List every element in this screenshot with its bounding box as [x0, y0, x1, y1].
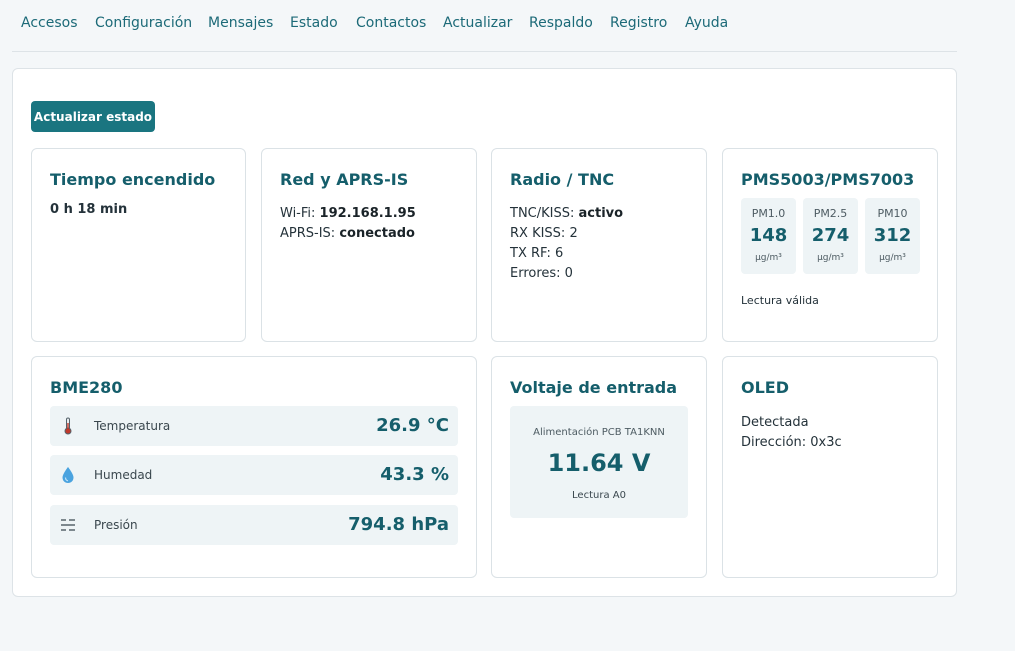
bme280-title: BME280 — [50, 378, 123, 397]
nav-respaldo[interactable]: Respaldo — [529, 15, 593, 31]
refresh-status-button[interactable]: Actualizar estado — [31, 101, 155, 132]
aprs-label: APRS-IS: — [280, 226, 340, 241]
thermometer-icon — [64, 417, 72, 435]
tnc-value: activo — [578, 206, 624, 221]
aprs-value: conectado — [339, 226, 415, 241]
radio-card: Radio / TNC TNC/KISS: activo RX KISS: 2 … — [491, 148, 707, 342]
rx-kiss-line: RX KISS: 2 — [510, 226, 578, 241]
pressure-label: Presión — [94, 518, 138, 532]
nav-contactos[interactable]: Contactos — [356, 15, 426, 31]
uptime-value: 0 h 18 min — [50, 202, 128, 217]
droplet-icon — [62, 467, 74, 483]
humidity-value: 43.3 % — [380, 464, 449, 485]
pressure-value: 794.8 hPa — [348, 514, 449, 535]
pm25-tile: PM2.5 274 µg/m³ — [803, 198, 858, 274]
nav-actualizar[interactable]: Actualizar — [443, 15, 512, 31]
tnc-line: TNC/KISS: activo — [510, 206, 623, 221]
pms-status: Lectura válida — [741, 294, 819, 307]
pm10-value: 312 — [873, 225, 912, 246]
errors-line: Errores: 0 — [510, 266, 573, 281]
oled-address: Dirección: 0x3c — [741, 435, 842, 450]
pm25-label: PM2.5 — [813, 207, 848, 220]
pm10-label: PM10 — [877, 207, 908, 220]
pm1-label: PM1.0 — [751, 207, 786, 220]
wifi-label: Wi-Fi: — [280, 206, 320, 221]
temperature-label: Temperatura — [94, 419, 171, 433]
network-title: Red y APRS-IS — [280, 170, 409, 189]
oled-title: OLED — [741, 378, 790, 397]
pressure-icon — [61, 519, 75, 531]
tnc-label: TNC/KISS: — [510, 206, 579, 221]
network-card: Red y APRS-IS Wi-Fi: 192.168.1.95 APRS-I… — [261, 148, 477, 342]
nav-accesos[interactable]: Accesos — [21, 15, 78, 31]
voltage-value: 11.64 V — [547, 449, 651, 477]
radio-title: Radio / TNC — [510, 170, 615, 189]
wifi-line: Wi-Fi: 192.168.1.95 — [280, 206, 416, 221]
nav-mensajes[interactable]: Mensajes — [208, 15, 273, 31]
top-nav: Accesos Configuración Mensajes Estado Co… — [12, 0, 957, 52]
humidity-label: Humedad — [94, 468, 153, 482]
temperature-row: Temperatura 26.9 °C — [50, 406, 458, 446]
pm10-tile: PM10 312 µg/m³ — [865, 198, 920, 274]
pm10-unit: µg/m³ — [879, 253, 906, 263]
pms-card: PMS5003/PMS7003 PM1.0 148 µg/m³ PM2.5 27… — [722, 148, 938, 342]
voltage-caption: Alimentación PCB TA1KNN — [533, 427, 665, 438]
voltage-source: Lectura A0 — [572, 490, 626, 501]
pm1-unit: µg/m³ — [755, 253, 782, 263]
pm25-value: 274 — [811, 225, 850, 246]
nav-ayuda[interactable]: Ayuda — [685, 15, 728, 31]
uptime-card: Tiempo encendido 0 h 18 min — [31, 148, 246, 342]
pressure-row: Presión 794.8 hPa — [50, 505, 458, 545]
nav-estado[interactable]: Estado — [290, 15, 338, 31]
oled-card: OLED Detectada Dirección: 0x3c — [722, 356, 938, 578]
oled-status: Detectada — [741, 415, 809, 430]
pm1-value: 148 — [749, 225, 788, 246]
temperature-value: 26.9 °C — [376, 415, 449, 436]
aprs-line: APRS-IS: conectado — [280, 226, 415, 241]
voltage-tile: Alimentación PCB TA1KNN 11.64 V Lectura … — [510, 406, 688, 518]
bme280-card: BME280 Temperatura 26.9 °C Humedad 43.3 … — [31, 356, 477, 578]
humidity-row: Humedad 43.3 % — [50, 455, 458, 495]
voltage-title: Voltaje de entrada — [510, 378, 678, 397]
voltage-card: Voltaje de entrada Alimentación PCB TA1K… — [491, 356, 707, 578]
pms-title: PMS5003/PMS7003 — [741, 170, 915, 189]
tx-rf-line: TX RF: 6 — [510, 246, 564, 261]
wifi-value: 192.168.1.95 — [319, 206, 416, 221]
pm25-unit: µg/m³ — [817, 253, 844, 263]
pm1-tile: PM1.0 148 µg/m³ — [741, 198, 796, 274]
uptime-title: Tiempo encendido — [50, 170, 216, 189]
nav-registro[interactable]: Registro — [610, 15, 667, 31]
nav-configuracion[interactable]: Configuración — [95, 15, 192, 31]
